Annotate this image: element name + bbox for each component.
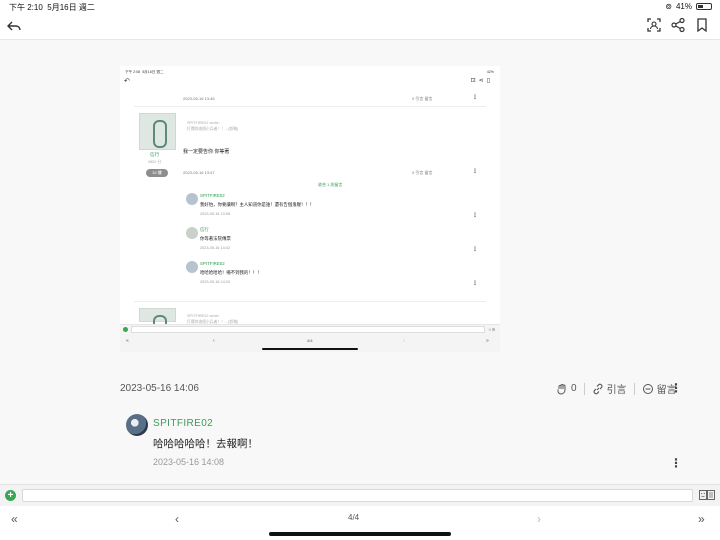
shot-post2-text: 我一定要告你 你等著	[183, 149, 230, 155]
shot-more-icon: ⋮	[472, 281, 478, 287]
shot-reply-date: 2023-05-16 14:02	[200, 246, 230, 250]
shot-first-icon: «	[126, 338, 129, 344]
share-icon[interactable]	[670, 17, 686, 38]
shot-toolbar-icons: ⊡⋖▯	[470, 78, 493, 84]
shot-divider	[134, 301, 486, 302]
quote-button[interactable]: 引言	[592, 381, 627, 396]
composer: +	[0, 484, 720, 506]
shot-input	[131, 326, 485, 333]
shot-next-sig-1: SPITFIRE02 wrote:	[187, 314, 220, 318]
rotation-lock-icon: ⊚	[665, 2, 672, 11]
battery-icon	[696, 3, 712, 10]
like-count: 0	[571, 383, 577, 394]
comment-input[interactable]	[22, 489, 693, 502]
shot-show-replies: 收合 1 則留言	[318, 182, 343, 187]
shot-reply-avatar	[186, 261, 198, 273]
shot-more-icon: ⋮	[472, 213, 478, 219]
scan-icon[interactable]	[646, 17, 662, 38]
shot-status-battery: 42%	[486, 70, 494, 74]
like-button[interactable]: 0	[556, 383, 577, 395]
shot-more-icon: ⋮	[472, 169, 478, 175]
shot-post2-meta: 0 引言 留言	[412, 170, 433, 175]
shot-reply-text: 哈哈哈哈哈！嚇不到我的！！！	[200, 270, 262, 275]
shot-reply-text: 你等著法院傳票	[200, 236, 231, 241]
shot-divider	[134, 106, 486, 107]
reply-back-icon[interactable]	[6, 18, 22, 39]
shot-reply-avatar	[186, 227, 198, 239]
shot-user-points: 9852 分	[148, 160, 162, 164]
link-icon	[593, 383, 602, 394]
shot-floor-badge: 32 樓	[146, 169, 168, 177]
shot-page: 4/4	[307, 338, 313, 343]
post-more-icon[interactable]: ⋮	[670, 382, 682, 394]
shot-home-indicator	[262, 348, 358, 350]
shot-sig-2: 打爛你這個小兵者！！...(恕略)	[187, 127, 239, 131]
next-page-button[interactable]: ›	[537, 512, 541, 526]
post-meta: 0 引言 留言	[556, 381, 677, 396]
shot-sig-1: SPITFIRE02 wrote:	[187, 121, 220, 125]
avatar[interactable]	[126, 414, 148, 436]
shot-user-name: 信行	[150, 152, 160, 157]
shot-back-icon: ↶	[124, 78, 130, 85]
bookmark-icon[interactable]	[694, 17, 710, 38]
emoji-keyboard-icon[interactable]	[699, 490, 715, 501]
top-toolbar	[0, 12, 720, 40]
shot-reply-avatar	[186, 193, 198, 205]
shot-more-icon: ⋮	[472, 247, 478, 253]
shot-reply-date: 2023-05-16 14:03	[200, 280, 230, 284]
shot-reply-text: 我好怕，你要讓啊？主人知道你是誰！還有告個鬼喔！！！	[200, 202, 315, 207]
status-bar: 下午 2:10 5月16日 週二 ⊚ 41%	[0, 0, 720, 12]
shot-plus-icon	[123, 327, 128, 332]
embedded-screenshot[interactable]: 下午 2:08 5月16日 週二 42% ↶ ⊡⋖▯ 2023-05-16 13…	[120, 66, 500, 352]
quote-label: 引言	[606, 385, 627, 396]
post-date: 2023-05-16 14:06	[120, 383, 199, 394]
home-indicator	[269, 532, 451, 536]
reply-date: 2023-05-16 14:08	[153, 457, 225, 467]
shot-reply-name: 信行	[200, 227, 209, 232]
shot-more-icon: ⋮	[472, 95, 478, 101]
shot-reply-date: 2023-05-16 13:58	[200, 212, 230, 216]
prev-page-button[interactable]: ‹	[175, 512, 179, 526]
reply-text: 哈哈哈哈哈！去報啊！	[153, 438, 258, 450]
shot-post1-date: 2023-05-16 13:46	[183, 96, 215, 101]
reply-more-icon[interactable]: ⋮	[670, 457, 682, 469]
page-indicator[interactable]: 4/4	[348, 513, 359, 522]
shot-post1-meta: 0 引言 留言	[412, 96, 433, 101]
shot-next-avatar	[139, 308, 176, 343]
last-page-button[interactable]: »	[698, 512, 705, 526]
battery-percent: 41%	[675, 2, 692, 11]
hand-clap-icon	[557, 383, 566, 395]
divider	[633, 382, 635, 395]
comment-icon	[642, 383, 653, 394]
add-icon[interactable]: +	[5, 490, 16, 501]
divider	[583, 382, 585, 395]
shot-status-time: 下午 2:08 5月16日 週二	[125, 70, 164, 74]
shot-prev-icon: ‹	[213, 338, 215, 344]
shot-emoji-icon: ☺☰	[488, 328, 496, 332]
shot-post2-date: 2023-05-16 13:47	[183, 170, 215, 175]
first-page-button[interactable]: «	[11, 512, 18, 526]
shot-next-icon: ›	[403, 338, 405, 344]
shot-reply-name: SPITFIRE02	[200, 261, 225, 266]
shot-user-avatar	[139, 113, 176, 150]
shot-last-icon: »	[486, 338, 489, 344]
status-right: ⊚ 41%	[665, 2, 712, 11]
reply-author[interactable]: SPITFIRE02	[153, 418, 213, 429]
shot-reply-name: SPITFIRE02	[200, 193, 225, 198]
